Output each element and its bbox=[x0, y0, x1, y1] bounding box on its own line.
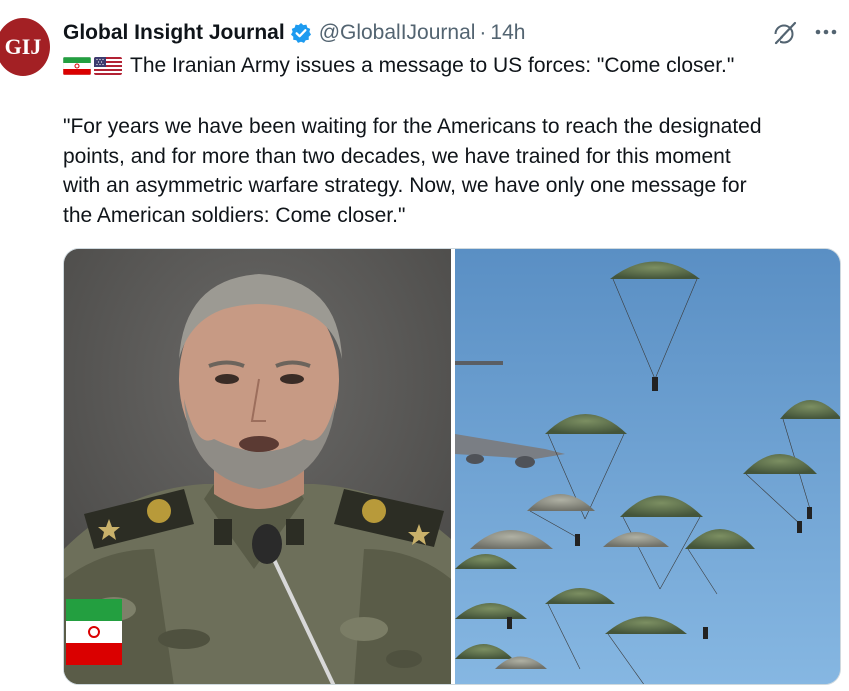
tweet-lead-text: The Iranian Army issues a message to US … bbox=[130, 54, 735, 77]
grok-icon[interactable] bbox=[772, 20, 798, 46]
us-flag-icon bbox=[94, 57, 122, 75]
author-display-name[interactable]: Global Insight Journal bbox=[63, 21, 285, 45]
tweet-body: "For years we have been waiting for the … bbox=[63, 112, 843, 230]
tweet-timestamp[interactable]: 14h bbox=[490, 21, 525, 45]
media-image-commander[interactable] bbox=[64, 249, 451, 684]
avatar-logo-text: GIJ bbox=[4, 34, 42, 59]
verified-badge-icon[interactable] bbox=[290, 22, 312, 44]
tweet-header: Global Insight Journal @GlobalIJournal ·… bbox=[63, 18, 525, 48]
tweet-body-line: points, and for more than two decades, w… bbox=[63, 144, 731, 168]
author-avatar[interactable]: GIJ bbox=[0, 18, 50, 76]
media-image-paratroopers[interactable] bbox=[455, 249, 840, 684]
tweet-lead-line: The Iranian Army issues a message to US … bbox=[63, 52, 734, 80]
separator-dot: · bbox=[479, 21, 487, 44]
tweet-body-line: the American soldiers: Come closer." bbox=[63, 203, 406, 227]
tweet-body-line: "For years we have been waiting for the … bbox=[63, 115, 762, 138]
iran-flag-icon bbox=[63, 57, 91, 75]
author-handle[interactable]: @GlobalIJournal bbox=[319, 21, 476, 45]
tweet-body-line: with an asymmetric warfare strategy. Now… bbox=[63, 174, 747, 197]
tweet-media-grid bbox=[63, 248, 841, 685]
more-options-icon[interactable] bbox=[813, 22, 839, 42]
